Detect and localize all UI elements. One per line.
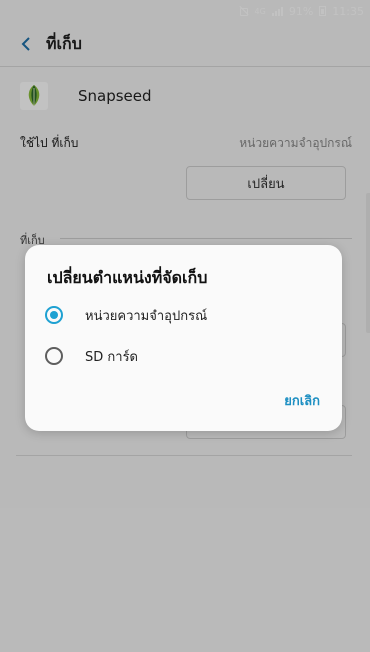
radio-unselected-icon[interactable] [45,347,63,365]
option-device-storage[interactable]: หน่วยความจำอุปกรณ์ [45,299,207,331]
radio-selected-icon[interactable] [45,306,63,324]
dialog-title: เปลี่ยนตำแหน่งที่จัดเก็บ [47,268,208,287]
option-label: SD การ์ด [85,349,138,365]
cancel-button[interactable]: ยกเลิก [284,390,320,411]
change-storage-dialog: เปลี่ยนตำแหน่งที่จัดเก็บ หน่วยความจำอุปก… [25,245,342,431]
option-label: หน่วยความจำอุปกรณ์ [85,308,208,324]
option-sd-card[interactable]: SD การ์ด [45,340,138,372]
